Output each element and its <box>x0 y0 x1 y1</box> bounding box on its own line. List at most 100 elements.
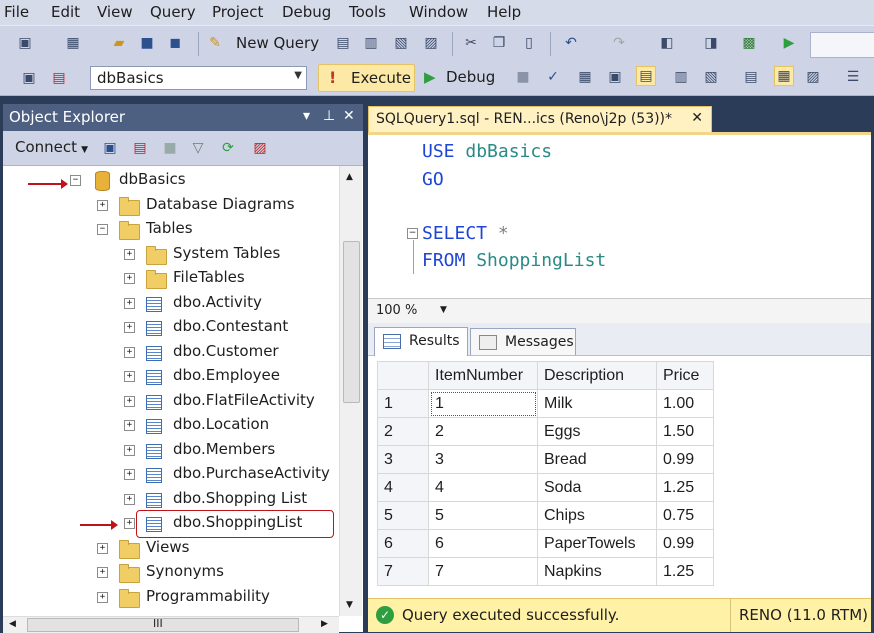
activity-icon[interactable]: ▨ <box>251 139 269 157</box>
grid-cell[interactable]: Napkins <box>537 557 657 586</box>
display-plan-icon[interactable]: ▦ <box>576 68 594 86</box>
refresh-icon[interactable]: ⟳ <box>219 139 237 157</box>
tree-node[interactable]: + FileTables <box>3 268 339 290</box>
client-statistics-icon[interactable]: ▧ <box>702 68 720 86</box>
tree-node[interactable]: + dbo.Activity <box>3 293 339 315</box>
expand-icon[interactable]: + <box>124 346 135 358</box>
table-row[interactable]: 1 1 Milk 1.00 <box>377 389 714 418</box>
grid-corner[interactable] <box>377 361 429 390</box>
tree-node[interactable]: + dbo.Shopping List <box>3 489 339 511</box>
results-to-text-icon[interactable]: ▤ <box>742 68 760 86</box>
grid-cell[interactable]: 6 <box>428 529 538 558</box>
undo-icon[interactable]: ↶ <box>562 34 580 52</box>
tree-node[interactable]: + System Tables <box>3 244 339 266</box>
disconnect-icon[interactable]: ▤ <box>131 139 149 157</box>
tree-node[interactable]: + dbo.Customer <box>3 342 339 364</box>
menu-file[interactable]: File <box>4 3 29 21</box>
available-databases-combo[interactable]: dbBasics ▼ <box>90 66 307 90</box>
tree-node[interactable]: + dbo.Employee <box>3 366 339 388</box>
save-icon[interactable]: ■ <box>138 34 156 52</box>
query-editor[interactable]: USE dbBasics GO SELECT * FROM ShoppingList <box>368 132 871 301</box>
add-item-icon[interactable]: ▦ <box>64 34 82 52</box>
grid-cell[interactable]: Bread <box>537 445 657 474</box>
expand-icon[interactable]: + <box>124 469 135 480</box>
solution-configuration-combo[interactable] <box>810 32 874 58</box>
results-to-grid-icon[interactable]: ▤ <box>636 66 656 86</box>
collapse-icon[interactable]: − <box>97 224 108 235</box>
row-number[interactable]: 5 <box>377 501 429 530</box>
tab-sqlquery1[interactable]: SQLQuery1.sql - REN...ics (Reno\j2p (53)… <box>368 106 712 133</box>
grid-cell[interactable]: 2 <box>428 417 538 446</box>
grid-cell[interactable]: Chips <box>537 501 657 530</box>
expand-icon[interactable]: + <box>97 199 108 211</box>
expand-icon[interactable]: + <box>124 371 135 382</box>
expand-icon[interactable]: + <box>124 248 135 260</box>
connect-object-icon[interactable]: ▣ <box>101 139 119 157</box>
column-header[interactable]: Description <box>537 361 657 390</box>
stop-icon[interactable]: ■ <box>161 139 179 157</box>
paste-icon[interactable]: ▯ <box>520 34 538 52</box>
grid-cell[interactable]: Eggs <box>537 417 657 446</box>
database-engine-query-icon[interactable]: ▤ <box>334 34 352 52</box>
navigate-backward-icon[interactable]: ◧ <box>658 34 676 52</box>
tree-node[interactable]: + dbo.Location <box>3 415 339 437</box>
start-debugging-icon[interactable]: ▶ <box>780 34 798 52</box>
grid-cell[interactable]: PaperTowels <box>537 529 657 558</box>
window-position-icon[interactable]: ▾ <box>303 108 310 124</box>
expand-icon[interactable]: + <box>97 567 108 578</box>
expand-icon[interactable]: + <box>97 542 108 554</box>
results-to-file-icon[interactable]: ▨ <box>804 68 822 86</box>
grid-cell[interactable]: 7 <box>428 557 538 586</box>
tab-messages[interactable]: Messages <box>470 328 576 355</box>
row-number[interactable]: 3 <box>377 445 429 474</box>
column-header[interactable]: ItemNumber <box>428 361 538 390</box>
scroll-right-icon[interactable]: ▶ <box>321 619 328 629</box>
cut-icon[interactable]: ✂ <box>462 34 480 52</box>
grid-cell[interactable]: 0.99 <box>656 445 714 474</box>
tree-node[interactable]: + dbo.PurchaseActivity <box>3 464 339 486</box>
scroll-down-icon[interactable]: ▼ <box>346 600 353 610</box>
menu-edit[interactable]: Edit <box>51 3 80 21</box>
connect-icon[interactable]: ▣ <box>20 69 38 87</box>
scroll-up-icon[interactable]: ▲ <box>346 172 353 182</box>
row-number[interactable]: 1 <box>377 389 429 418</box>
vertical-scrollbar[interactable]: ▲ ▼ <box>339 166 362 616</box>
collapse-icon[interactable]: − <box>407 228 418 239</box>
expand-icon[interactable]: + <box>124 420 135 431</box>
tab-results[interactable]: Results <box>374 327 468 356</box>
menu-debug[interactable]: Debug <box>282 3 331 21</box>
grid-cell[interactable]: 3 <box>428 445 538 474</box>
tree-node[interactable]: + Synonyms <box>3 562 339 584</box>
analysis-query-icon[interactable]: ▥ <box>362 34 380 52</box>
row-number[interactable]: 2 <box>377 417 429 446</box>
expand-icon[interactable]: + <box>124 493 135 505</box>
grid-cell[interactable]: 1.25 <box>656 557 714 586</box>
collapse-icon[interactable]: − <box>70 175 81 186</box>
expand-icon[interactable]: + <box>97 591 108 603</box>
expand-icon[interactable]: + <box>124 297 135 309</box>
cancel-query-icon[interactable]: ■ <box>514 68 532 86</box>
grid-cell[interactable]: 0.75 <box>656 501 714 530</box>
pin-icon[interactable]: ⊥ <box>323 108 335 124</box>
menu-view[interactable]: View <box>97 3 133 21</box>
redo-icon[interactable]: ↷ <box>610 34 628 52</box>
scroll-thumb[interactable] <box>343 241 360 403</box>
new-project-icon[interactable]: ▣ <box>16 34 34 52</box>
tree-node[interactable]: + dbo.FlatFileActivity <box>3 391 339 413</box>
horizontal-scrollbar[interactable]: ◀ III ▶ <box>3 616 339 633</box>
grid-cell[interactable]: 5 <box>428 501 538 530</box>
comment-lines-icon[interactable]: ☰ <box>844 68 862 86</box>
tree-node[interactable]: + dbo.Contestant <box>3 317 339 339</box>
include-plan-icon[interactable]: ▥ <box>672 68 690 86</box>
expand-icon[interactable]: + <box>124 395 135 407</box>
expand-icon[interactable]: + <box>124 273 135 284</box>
results-grid-icon[interactable]: ▦ <box>774 66 794 86</box>
execute-button[interactable]: ! Execute <box>318 64 415 92</box>
grid-cell[interactable]: 1 <box>428 389 538 418</box>
expand-icon[interactable]: + <box>124 518 135 529</box>
query-designer-icon[interactable]: ▣ <box>606 68 624 86</box>
menu-project[interactable]: Project <box>212 3 263 21</box>
table-row[interactable]: 2 2 Eggs 1.50 <box>377 417 714 446</box>
zoom-combo[interactable]: 100 % ▼ <box>372 301 452 319</box>
grid-cell[interactable]: 1.25 <box>656 473 714 502</box>
